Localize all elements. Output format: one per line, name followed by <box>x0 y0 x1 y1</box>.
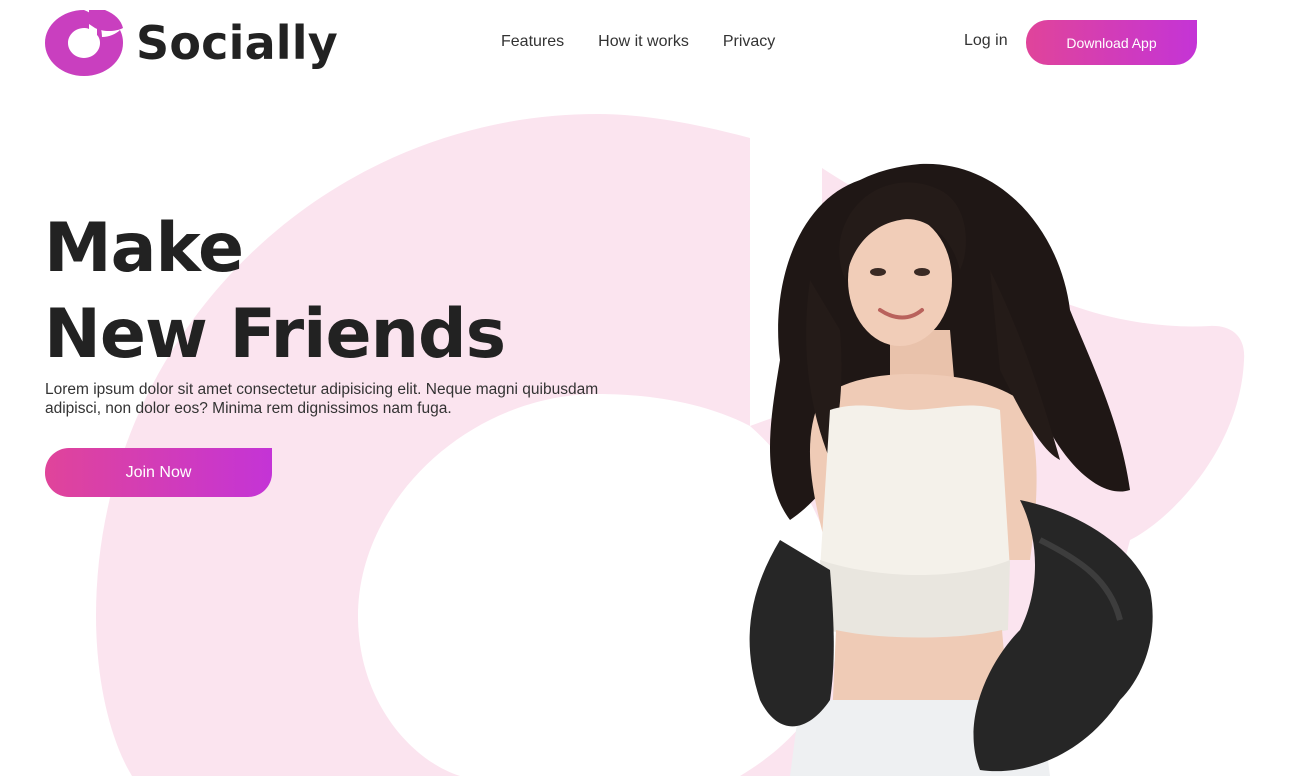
join-now-button[interactable]: Join Now <box>45 448 272 497</box>
nav-item-privacy[interactable]: Privacy <box>723 33 775 51</box>
main-nav: Features How it works Privacy <box>501 33 809 51</box>
nav-item-features[interactable]: Features <box>501 33 564 51</box>
hero-title-line-2: New Friends <box>44 295 506 374</box>
login-link[interactable]: Log in <box>964 32 1008 50</box>
hero-title: Make New Friends <box>44 206 506 378</box>
woman-portrait-image <box>749 163 1153 776</box>
landing-page: Socially Features How it works Privacy L… <box>0 0 1292 776</box>
brand-name: Socially <box>136 16 338 70</box>
socially-logo-icon <box>45 10 123 76</box>
nav-item-how-it-works[interactable]: How it works <box>598 33 689 51</box>
brand-logo[interactable]: Socially <box>45 10 338 76</box>
download-app-button[interactable]: Download App <box>1026 20 1197 65</box>
hero-description: Lorem ipsum dolor sit amet consectetur a… <box>45 381 599 417</box>
hero-title-line-1: Make <box>44 209 244 288</box>
